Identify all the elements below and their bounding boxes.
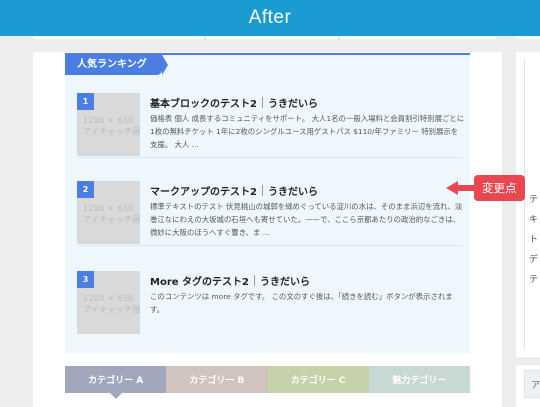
change-callout: 変更点 <box>474 175 525 201</box>
card-stub <box>207 36 337 39</box>
category-tabs: カテゴリー A カテゴリー B カテゴリー C 魅力テゴリー <box>65 366 470 399</box>
item-title-text[interactable]: More タグのテスト2 <box>150 277 249 288</box>
ranking-widget: 人気ランキング 1200 × 630 アイキャッチ画像 1 基本ブロックのテスト… <box>65 53 470 353</box>
item-title[interactable]: More タグのテスト2 うきだいら <box>150 273 310 288</box>
item-author: うきだいら <box>259 277 310 288</box>
ranking-item[interactable]: 1200 × 630 アイキャッチ画像 1 基本ブロックのテスト2 うきだいら 価… <box>77 93 465 158</box>
ranking-item[interactable]: 1200 × 630 アイキャッチ画像 3 More タグのテスト2うきだいら … <box>77 271 462 336</box>
sidebar-text[interactable]: ト <box>529 232 538 245</box>
title-divider <box>261 97 263 108</box>
ranking-heading: 人気ランキング <box>65 55 168 75</box>
item-author: うきだいら <box>267 187 318 198</box>
title-divider <box>253 275 255 286</box>
item-title[interactable]: マークアップのテスト2 うきだいら <box>150 183 318 198</box>
arrow-left-icon <box>446 181 474 195</box>
rank-badge: 2 <box>77 181 94 198</box>
thumbnail[interactable]: 1200 × 630 アイキャッチ画像 1 <box>77 93 140 156</box>
sidebar-text[interactable]: テ <box>529 192 538 205</box>
thumbnail[interactable]: 1200 × 630 アイキャッチ画像 3 <box>77 271 140 334</box>
thumbnail-placeholder-text: 1200 × 630 アイキャッチ画像 <box>83 294 140 314</box>
tab-category-b[interactable]: カテゴリー B <box>166 366 268 393</box>
tab-category-c[interactable]: カテゴリー C <box>267 366 369 393</box>
title-divider <box>261 185 263 196</box>
ranking-item[interactable]: 1200 × 630 アイキャッチ画像 2 マークアップのテスト2 うきだいら 標… <box>77 181 462 246</box>
sidebar-box-label: ア <box>531 381 540 391</box>
item-title-text[interactable]: マークアップのテスト2 <box>150 187 257 198</box>
sidebar-list: テ キ ト デ テ <box>524 60 540 350</box>
sidebar-card: テ キ ト デ テ <box>516 52 540 357</box>
rank-badge: 3 <box>77 271 94 288</box>
thumbnail-placeholder-text: 1200 × 630 アイキャッチ画像 <box>83 116 140 136</box>
item-title[interactable]: 基本ブロックのテスト2 うきだいら <box>150 95 318 110</box>
thumbnail[interactable]: 1200 × 630 アイキャッチ画像 2 <box>77 181 140 244</box>
item-title-text[interactable]: 基本ブロックのテスト2 <box>150 99 257 110</box>
tab-category-d[interactable]: 魅力テゴリー <box>368 366 470 393</box>
card-stub <box>516 36 540 39</box>
sidebar-text[interactable]: キ <box>529 212 538 225</box>
thumbnail-placeholder-text: 1200 × 630 アイキャッチ画像 <box>83 204 140 224</box>
sidebar-card-2: ア <box>516 365 540 407</box>
page-title: After <box>248 7 292 28</box>
header-bar: After <box>0 0 540 36</box>
item-author: うきだいら <box>267 99 318 110</box>
item-excerpt: 標準テキストのテスト 伏見桃山の城郭を縫めぐっている淀川の水は、そのまま浜辺を流… <box>150 202 463 237</box>
sidebar-box: ア <box>524 370 540 398</box>
card-stub <box>341 36 496 39</box>
rank-badge: 1 <box>77 93 94 110</box>
sidebar-text[interactable]: テ <box>529 272 538 285</box>
item-excerpt: このコンテンツは more タグです。 この文のすぐ後は、「続きを読む」ボタンが… <box>150 292 453 314</box>
card-stub <box>33 36 203 39</box>
tab-category-a[interactable]: カテゴリー A <box>65 366 167 399</box>
sidebar-text[interactable]: デ <box>529 252 538 265</box>
item-excerpt: 価格表 個人 成長するコミュニティをサポート。 大人1名の一般入場料と会員割引特… <box>150 114 465 149</box>
